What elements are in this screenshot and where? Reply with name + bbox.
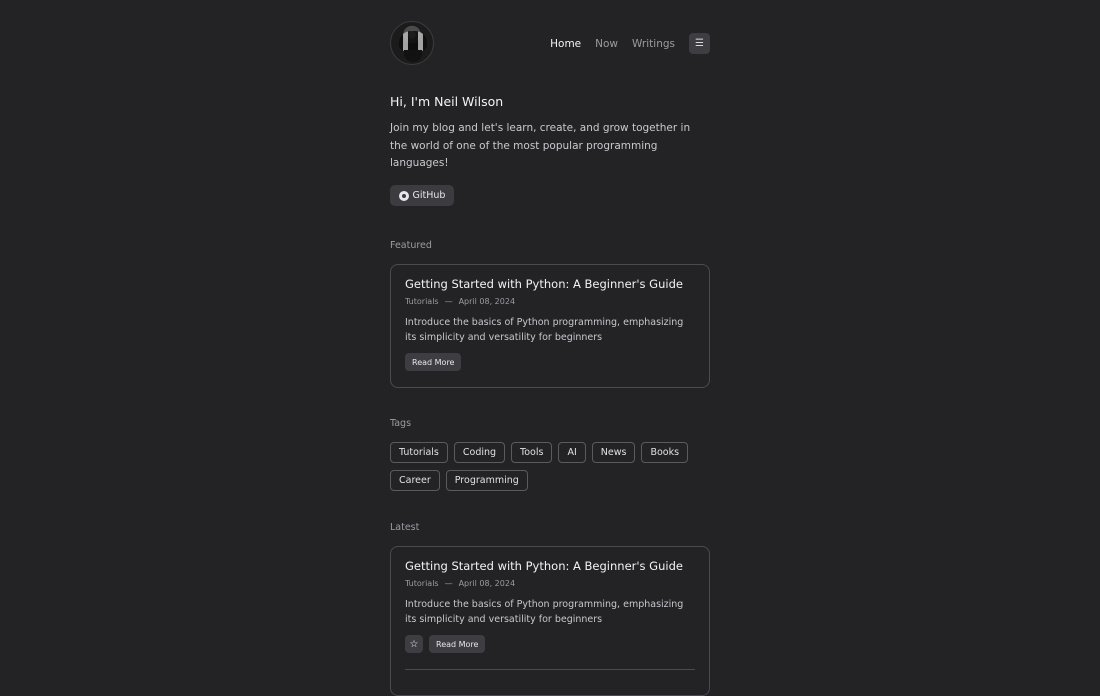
latest-read-more-button[interactable]: Read More — [429, 635, 486, 653]
tags-list: Tutorials Coding Tools AI News Books Car… — [390, 442, 710, 498]
menu-icon: ☰ — [695, 37, 704, 49]
tag-news[interactable]: News — [591, 442, 636, 463]
nav-now[interactable]: Now — [595, 38, 618, 50]
featured-card[interactable]: Getting Started with Python: A Beginner'… — [390, 264, 710, 388]
tag-ai[interactable]: AI — [558, 442, 586, 463]
intro-text: Join my blog and let's learn, create, an… — [390, 122, 691, 169]
nav-writings[interactable]: Writings — [632, 38, 675, 50]
tag-programming[interactable]: Programming — [445, 470, 528, 491]
avatar[interactable] — [390, 21, 434, 65]
github-button[interactable]: GitHub — [390, 185, 454, 206]
featured-card-title[interactable]: Getting Started with Python: A Beginner'… — [405, 277, 695, 291]
github-label: GitHub — [412, 190, 446, 201]
intro-title: Hi, I'm Neil Wilson — [390, 94, 504, 109]
latest-card[interactable]: Getting Started with Python: A Beginner'… — [390, 546, 710, 696]
latest-card-meta: Tutorials — April 08, 2024 — [405, 579, 695, 588]
main-nav: Home Now Writings ☰ — [550, 33, 710, 54]
featured-card-separator: — — [444, 297, 453, 306]
page: Home Now Writings ☰ Hi, I'm Neil Wilson … — [390, 0, 710, 696]
featured-label: Featured — [390, 240, 432, 251]
latest-card-title[interactable]: Getting Started with Python: A Beginner'… — [405, 559, 695, 573]
latest-card-separator: — — [444, 579, 453, 588]
latest-card-category[interactable]: Tutorials — [405, 579, 439, 588]
featured-card-category[interactable]: Tutorials — [405, 297, 439, 306]
star-button[interactable]: ☆ — [405, 635, 423, 653]
tags-row-1: Tutorials Coding Tools AI News Books — [390, 442, 710, 463]
tag-tools[interactable]: Tools — [511, 442, 553, 463]
latest-card-description: Introduce the basics of Python programmi… — [405, 599, 684, 625]
tag-books[interactable]: Books — [641, 442, 689, 463]
featured-card-description: Introduce the basics of Python programmi… — [405, 317, 684, 343]
latest-card-actions: ☆ Read More — [405, 635, 695, 653]
featured-card-meta: Tutorials — April 08, 2024 — [405, 297, 695, 306]
tag-coding[interactable]: Coding — [453, 442, 506, 463]
featured-card-date: April 08, 2024 — [458, 297, 516, 306]
nav-home[interactable]: Home — [550, 38, 581, 50]
github-icon — [398, 190, 409, 201]
card-divider — [405, 669, 695, 670]
tags-label: Tags — [390, 418, 412, 429]
featured-read-more-button[interactable]: Read More — [405, 353, 462, 371]
latest-label: Latest — [390, 522, 420, 533]
menu-button[interactable]: ☰ — [689, 33, 710, 54]
tag-tutorials[interactable]: Tutorials — [390, 442, 448, 463]
tags-row-2: Career Programming — [390, 470, 710, 491]
top-bar: Home Now Writings ☰ — [390, 21, 710, 66]
featured-card-actions: Read More — [405, 353, 695, 371]
latest-card-date: April 08, 2024 — [458, 579, 516, 588]
tag-career[interactable]: Career — [390, 470, 440, 491]
star-icon: ☆ — [409, 638, 419, 650]
